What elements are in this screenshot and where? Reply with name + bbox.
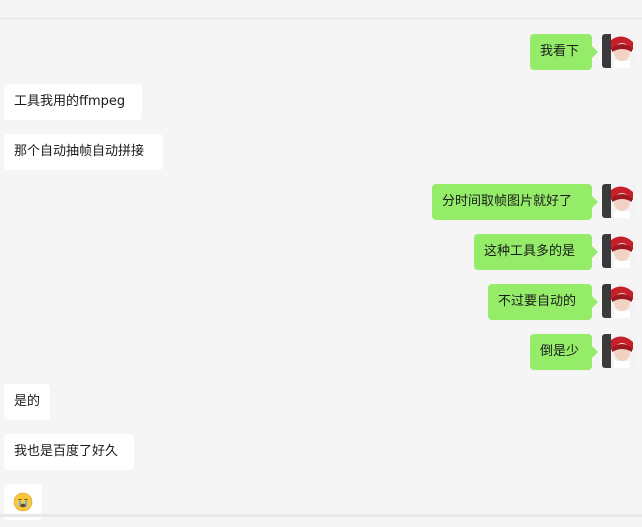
message-bubble-received[interactable]: 我也是百度了好久 bbox=[4, 434, 134, 470]
crying-face-icon bbox=[13, 492, 33, 512]
avatar[interactable] bbox=[602, 184, 636, 218]
message-bubble-sent[interactable]: 不过要自动的 bbox=[488, 284, 598, 320]
message-bubble-received[interactable]: 是的 bbox=[4, 384, 50, 420]
message-bubble-sent[interactable]: 我看下 bbox=[530, 34, 598, 70]
avatar-image bbox=[602, 34, 636, 68]
avatar[interactable] bbox=[602, 34, 636, 68]
message-bubble-received[interactable]: 工具我用的ffmpeg bbox=[4, 84, 142, 120]
message-bubble-received[interactable]: 那个自动抽帧自动拼接 bbox=[4, 134, 163, 170]
avatar-image bbox=[602, 334, 636, 368]
avatar[interactable] bbox=[602, 284, 636, 318]
avatar-image bbox=[602, 234, 636, 268]
avatar-image bbox=[602, 184, 636, 218]
chat-message-list[interactable]: 我看下 工具我用的ffmpeg 那个自动抽帧自动拼接 分时间取帧图片就好了 这种… bbox=[0, 0, 642, 520]
message-bubble-sent[interactable]: 分时间取帧图片就好了 bbox=[432, 184, 598, 220]
message-bubble-sent[interactable]: 倒是少 bbox=[530, 334, 598, 370]
avatar[interactable] bbox=[602, 234, 636, 268]
avatar[interactable] bbox=[602, 334, 636, 368]
avatar-image bbox=[602, 284, 636, 318]
message-bubble-sent[interactable]: 这种工具多的是 bbox=[474, 234, 598, 270]
